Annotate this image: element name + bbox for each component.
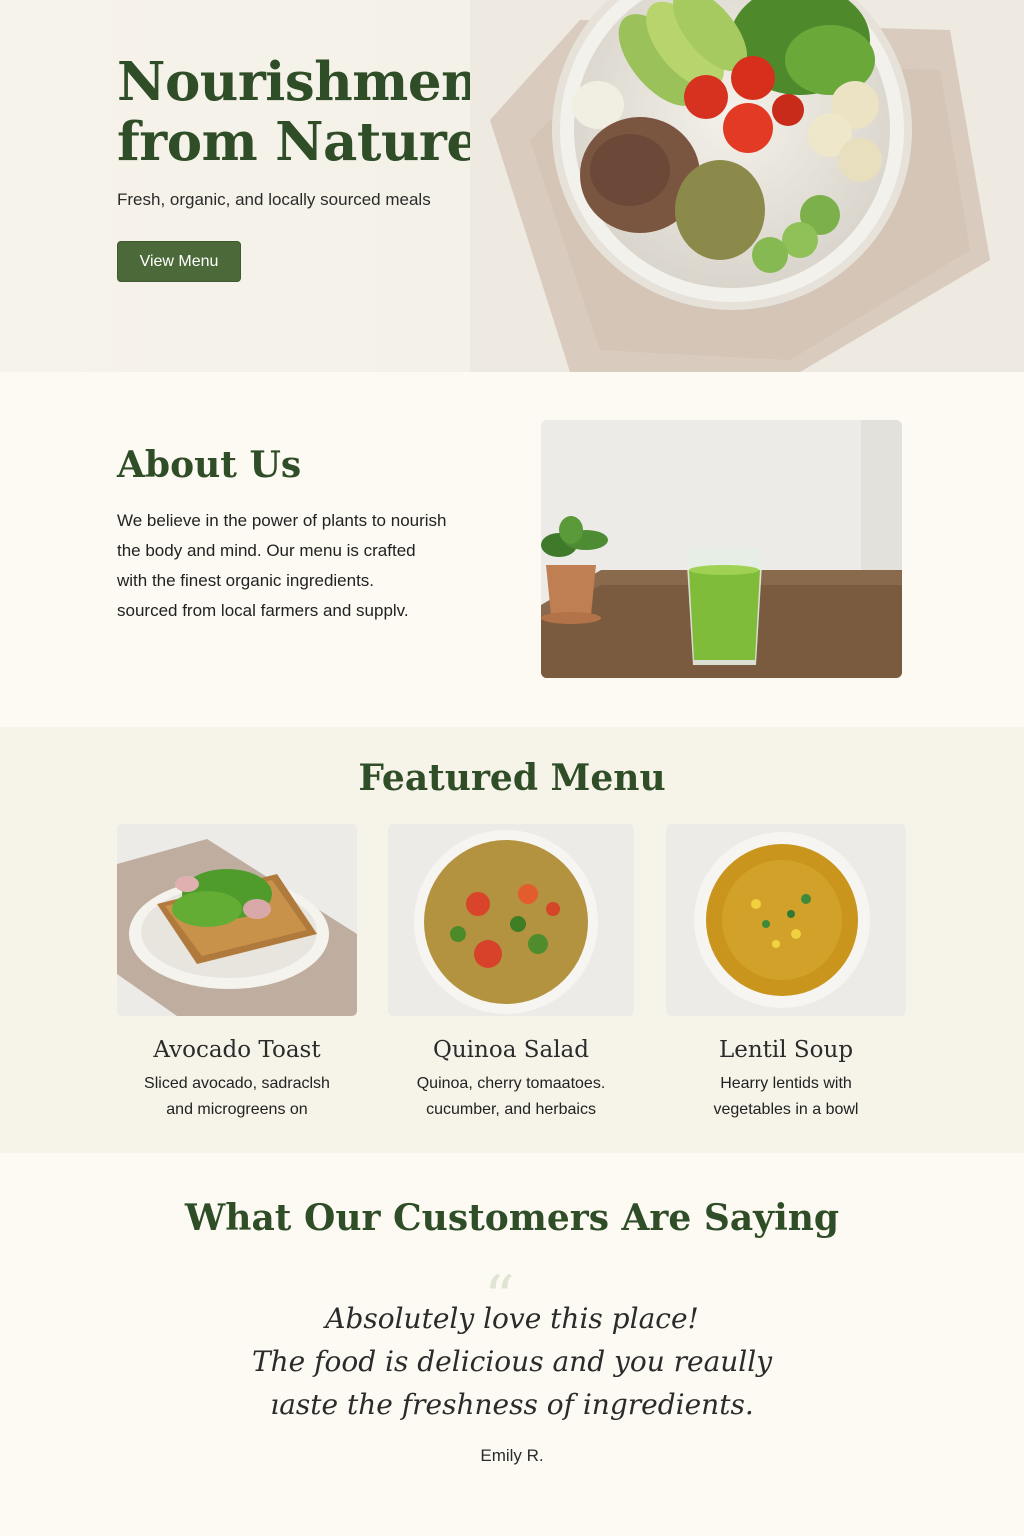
about-text: We believe in the power of plants to nou… xyxy=(117,506,497,626)
testimonial-quote: Absolutely love this place! The food is … xyxy=(0,1297,1024,1426)
quinoa-salad-image xyxy=(388,824,634,1016)
green-smoothie-image xyxy=(541,420,902,678)
menu-item-desc: Hearry lentids with vegetables in a bowl xyxy=(666,1071,906,1123)
hero-section: Nourishment from Nature Fresh, organic, … xyxy=(0,0,1024,372)
view-menu-button[interactable]: View Menu xyxy=(117,241,241,282)
menu-item-desc: Quinoa, cherry tomaatoes. cucumber, and … xyxy=(388,1071,634,1123)
quote-line: Absolutely love this place! xyxy=(325,1302,699,1335)
hero-title-line1: Nourishment xyxy=(117,51,504,113)
hero-title-line2: from Nature xyxy=(117,111,480,173)
about-line: the body and mind. Our menu is crafted xyxy=(117,541,416,560)
about-line: We believe in the power of plants to nou… xyxy=(117,511,447,530)
hero-subtitle: Fresh, organic, and locally sourced meal… xyxy=(117,190,431,209)
quote-line: ıaste the freshness of ingredients. xyxy=(270,1388,754,1421)
lentil-soup-image xyxy=(666,824,906,1016)
about-section: About Us We believe in the power of plan… xyxy=(0,372,1024,727)
menu-item-name: Quinoa Salad xyxy=(433,1037,589,1063)
menu-item-desc-line: cucumber, and herbaics xyxy=(426,1101,596,1118)
menu-item-name: Lentil Soup xyxy=(718,1037,854,1063)
menu-item-desc-line: Quinoa, cherry tomaatoes. xyxy=(416,1075,606,1092)
menu-item-desc-line: Hearry lentids with xyxy=(720,1075,852,1092)
menu-card-lentil-soup[interactable]: Lentil Soup Hearry lentids with vegetabl… xyxy=(666,824,906,1123)
hero-bowl-image xyxy=(470,0,1024,372)
about-line: sourced from local farmers and supplv. xyxy=(117,601,409,620)
menu-item-desc: Sliced avocado, sadraclsh and microgreen… xyxy=(117,1071,357,1123)
menu-item-desc-line: vegetables in a bowl xyxy=(713,1101,859,1118)
featured-menu-section: Featured Menu Avocado Toast Sliced avoca… xyxy=(0,727,1024,1153)
quote-line: The food is delicious and you reaully xyxy=(251,1345,773,1378)
menu-card-quinoa-salad[interactable]: Quinoa Salad Quinoa, cherry tomaatoes. c… xyxy=(388,824,634,1123)
menu-item-desc-line: and microgreens on xyxy=(166,1101,308,1118)
testimonial-author: Emily R. xyxy=(480,1446,544,1465)
hero-title: Nourishment from Nature xyxy=(117,52,517,172)
menu-item-name: Avocado Toast xyxy=(153,1037,321,1063)
avocado-toast-image xyxy=(117,824,357,1016)
about-line: with the finest organic ingredients. xyxy=(117,571,375,590)
featured-menu-title: Featured Menu xyxy=(358,757,666,799)
menu-card-avocado-toast[interactable]: Avocado Toast Sliced avocado, sadraclsh … xyxy=(117,824,357,1123)
about-title: About Us xyxy=(117,444,302,486)
testimonial-section: What Our Customers Are Saying “ Absolute… xyxy=(0,1153,1024,1536)
menu-item-desc-line: Sliced avocado, sadraclsh xyxy=(144,1075,330,1092)
testimonial-title: What Our Customers Are Saying xyxy=(184,1197,840,1239)
